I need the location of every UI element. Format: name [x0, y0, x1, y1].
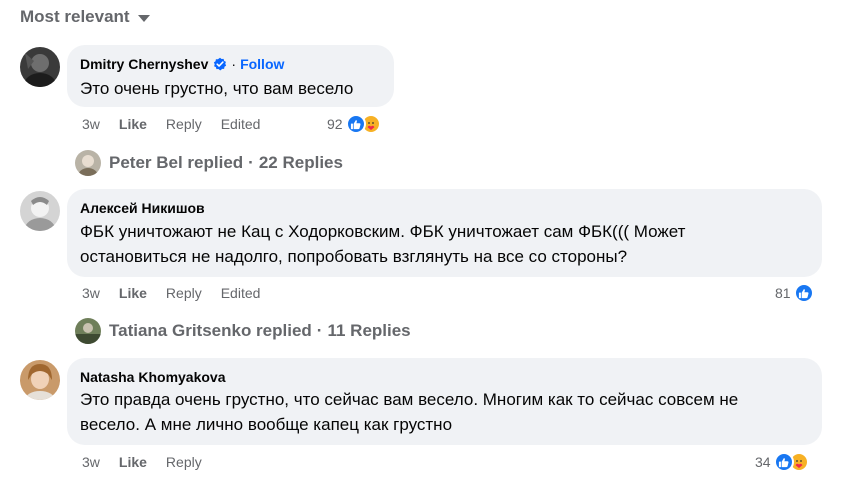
reply-button[interactable]: Reply	[166, 454, 202, 470]
sort-dropdown[interactable]: Most relevant	[20, 7, 150, 27]
reply-avatar	[75, 150, 101, 176]
like-button[interactable]: Like	[119, 454, 147, 470]
comment-time[interactable]: 3w	[82, 285, 100, 301]
like-reaction-icon	[773, 452, 794, 472]
reaction-summary[interactable]: 34	[755, 452, 809, 472]
like-button[interactable]: Like	[119, 116, 147, 132]
view-replies[interactable]: Peter Bel replied · 22 Replies	[75, 150, 343, 176]
replies-author: Peter Bel replied	[109, 153, 244, 172]
comment-author[interactable]: Алексей Никишов	[80, 200, 205, 216]
view-replies[interactable]: Tatiana Gritsenko replied · 11 Replies	[75, 318, 411, 344]
reply-button[interactable]: Reply	[166, 285, 202, 301]
reaction-count: 81	[775, 285, 791, 301]
like-button[interactable]: Like	[119, 285, 147, 301]
replies-author: Tatiana Gritsenko replied	[109, 321, 312, 340]
reaction-summary[interactable]: 92	[327, 114, 381, 134]
comment-text: Это правда очень грустно, что сейчас вам…	[80, 390, 739, 434]
comment-author[interactable]: Dmitry Chernyshev	[80, 56, 208, 72]
comment-time[interactable]: 3w	[82, 116, 100, 132]
reaction-summary[interactable]: 81	[775, 283, 814, 303]
avatar[interactable]	[20, 191, 60, 231]
avatar[interactable]	[20, 47, 60, 87]
replies-count: 22 Replies	[258, 153, 343, 172]
separator-dot: ·	[231, 56, 237, 72]
comment-bubble: Natasha Khomyakova Это правда очень грус…	[67, 358, 822, 445]
comment-text: Это очень грустно, что вам весело	[80, 79, 354, 98]
comment-actions: 3w Like Reply Edited	[82, 285, 279, 301]
comment-actions: 3w Like Reply Edited	[82, 116, 279, 132]
reply-button[interactable]: Reply	[166, 116, 202, 132]
reaction-count: 92	[327, 116, 343, 132]
comment-bubble: Dmitry Chernyshev · Follow Это очень гру…	[67, 45, 394, 107]
separator-dot: ·	[248, 153, 254, 172]
comment-bubble: Алексей Никишов ФБК уничтожают не Кац с …	[67, 189, 822, 277]
caret-down-icon	[137, 15, 150, 22]
replies-count: 11 Replies	[327, 321, 411, 340]
like-reaction-icon	[793, 283, 814, 303]
edited-label: Edited	[220, 116, 261, 132]
reaction-count: 34	[755, 454, 771, 470]
comment-time[interactable]: 3w	[82, 454, 100, 470]
reply-avatar	[75, 318, 101, 344]
like-reaction-icon	[345, 114, 366, 134]
edited-label: Edited	[220, 285, 261, 301]
follow-button[interactable]: Follow	[240, 56, 284, 72]
separator-dot: ·	[316, 321, 323, 340]
comment-text: ФБК уничтожают не Кац с Ходорковским. ФБ…	[80, 222, 686, 266]
verified-badge-icon	[214, 57, 227, 71]
comment-author[interactable]: Natasha Khomyakova	[80, 369, 226, 385]
avatar[interactable]	[20, 360, 60, 400]
sort-label: Most relevant	[20, 7, 130, 26]
comment-actions: 3w Like Reply	[82, 454, 221, 470]
